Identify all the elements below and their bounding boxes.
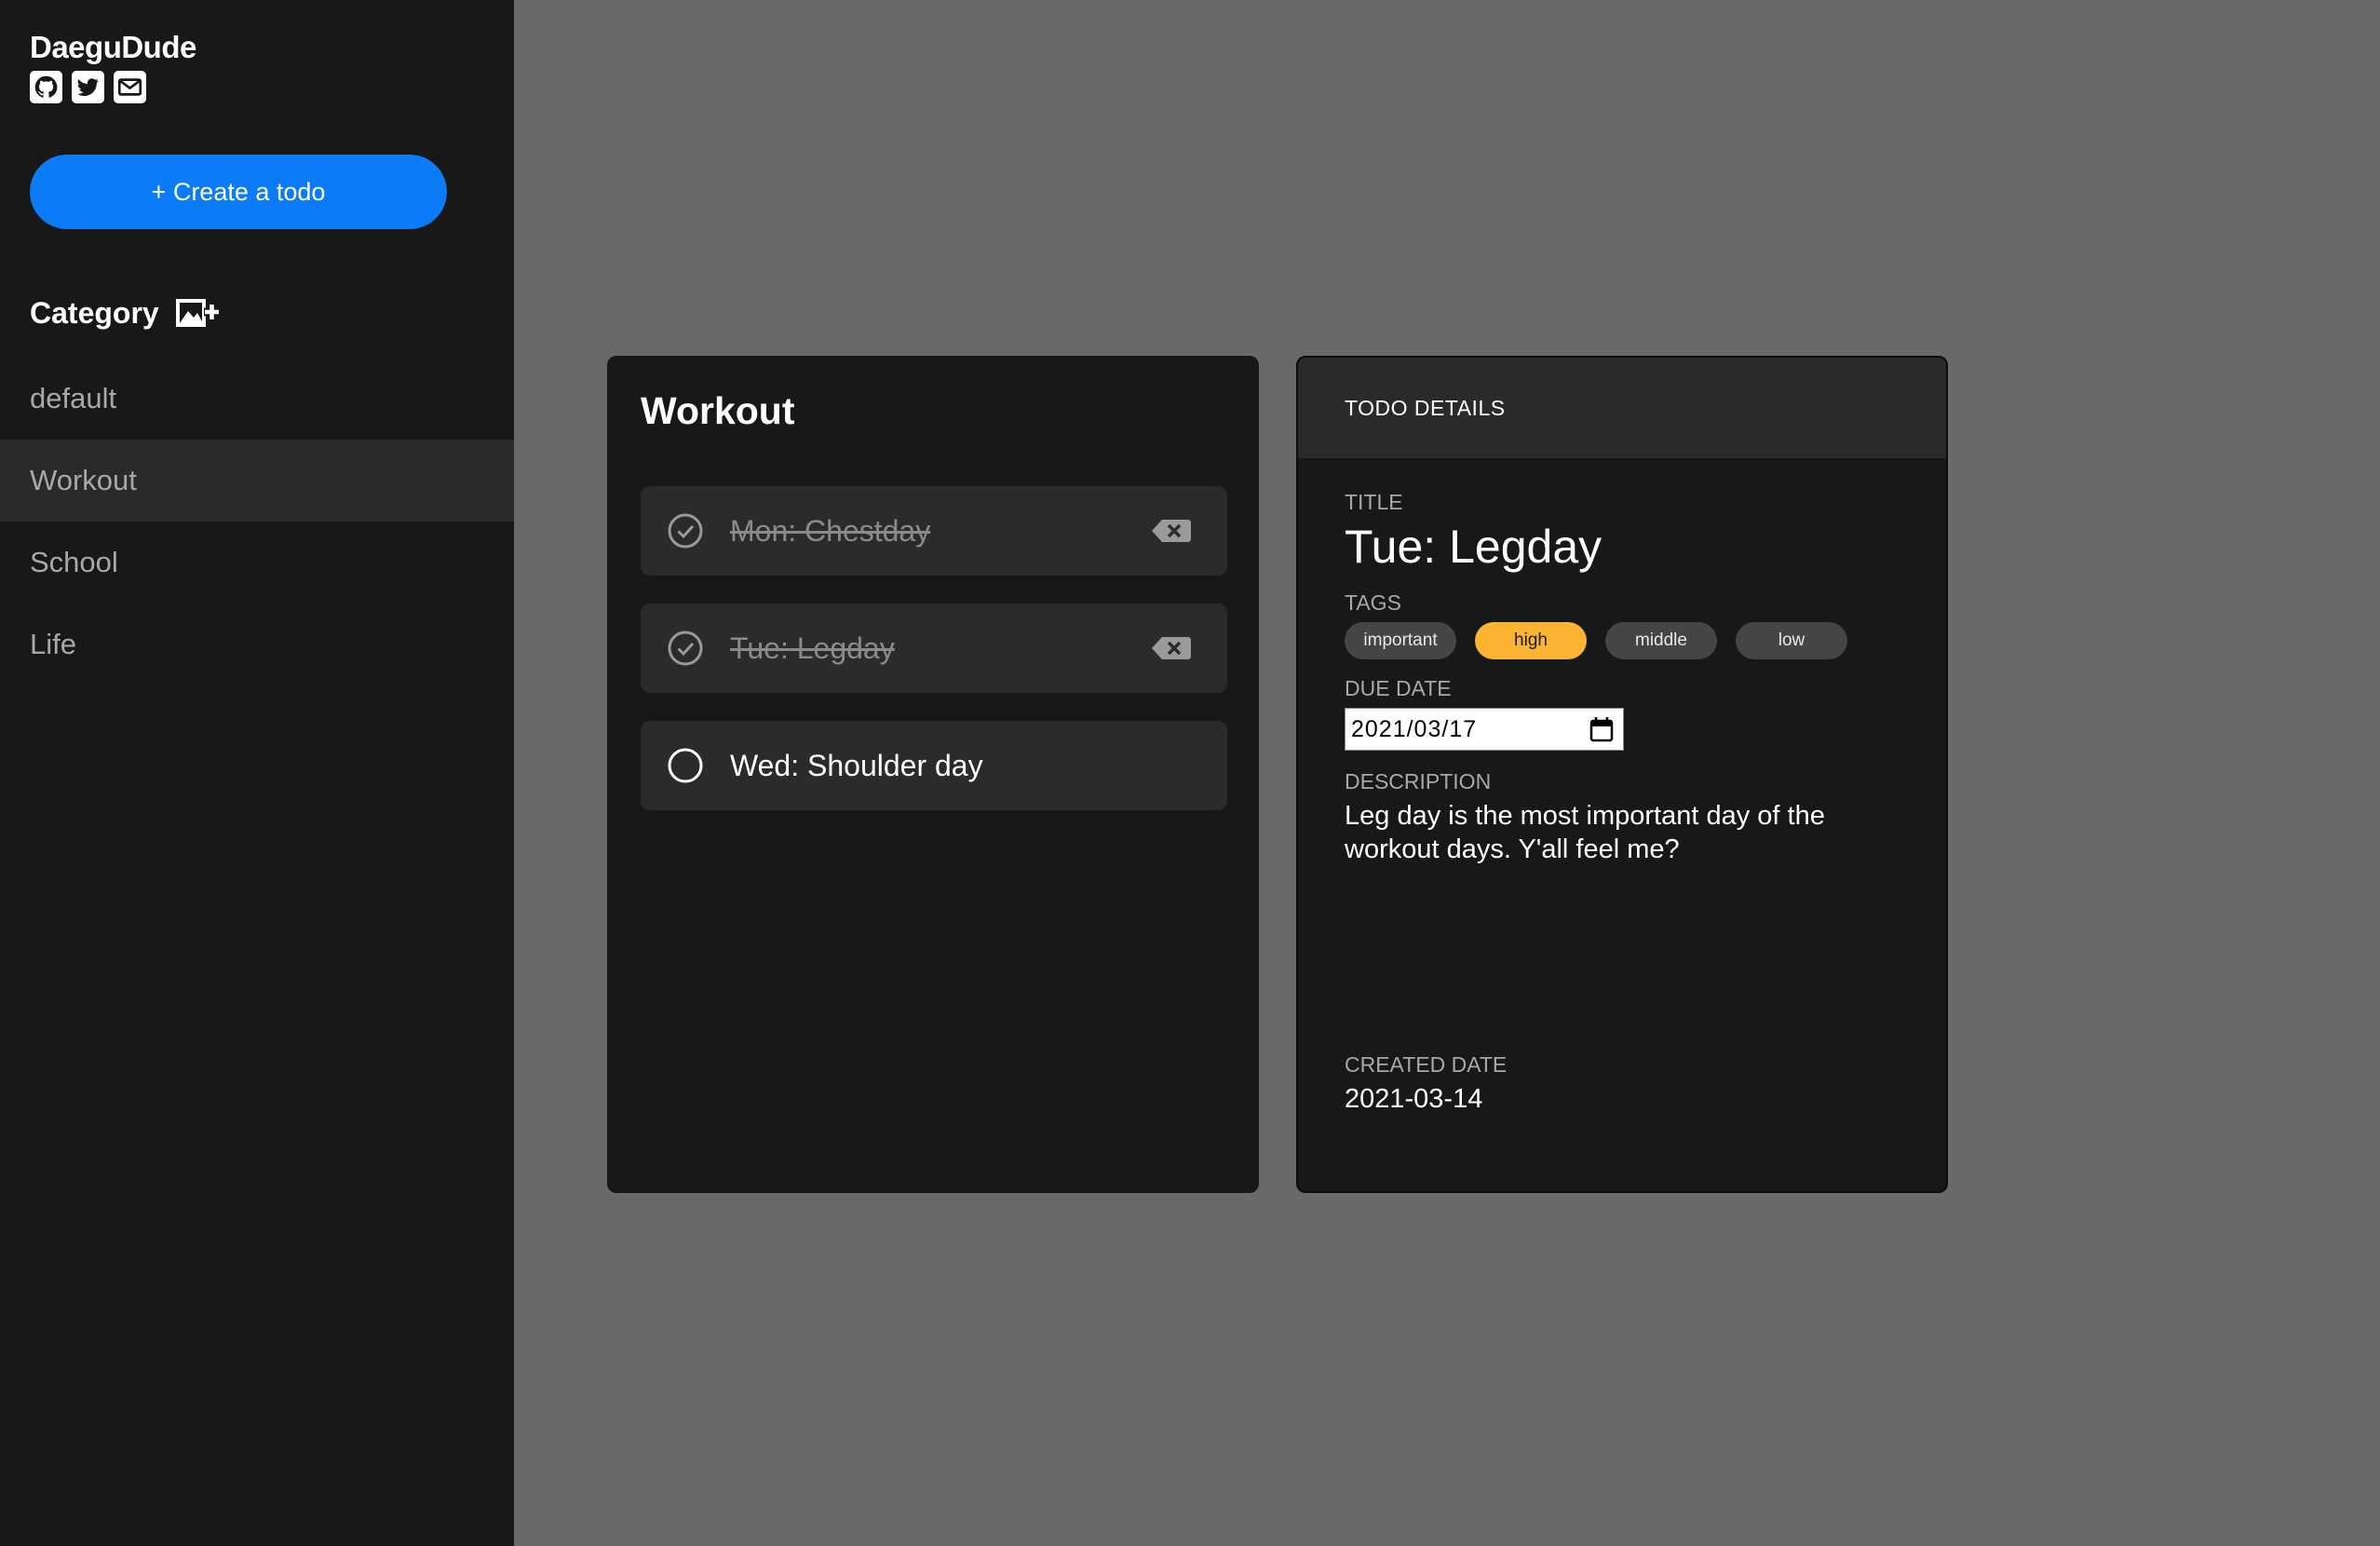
check-circle-icon[interactable] (667, 512, 704, 549)
todo-item[interactable]: Mon: Chestday (641, 486, 1227, 576)
todo-list-panel: Workout Mon: Chestday Tue: Legday Wed: S… (607, 356, 1259, 1193)
created-date-value: 2021-03-14 (1345, 1084, 1483, 1114)
add-category-icon[interactable] (175, 298, 221, 330)
todo-item[interactable]: Wed: Shoulder day (641, 721, 1227, 810)
empty-circle-icon[interactable] (667, 747, 704, 784)
due-date-value: 2021/03/17 (1351, 715, 1478, 742)
created-date-label: CREATED DATE (1345, 1052, 1508, 1077)
check-circle-icon[interactable] (667, 630, 704, 667)
tags-label: TAGS (1345, 590, 1401, 615)
due-date-input[interactable]: 2021/03/17 (1345, 708, 1624, 751)
description-label: DESCRIPTION (1345, 769, 1492, 793)
category-list: default Workout School Life (0, 358, 514, 685)
create-todo-button[interactable]: + Create a todo (30, 155, 447, 229)
twitter-icon[interactable] (72, 71, 104, 103)
todo-details-panel: TODO DETAILS TITLE Tue: Legday TAGS impo… (1296, 356, 1948, 1193)
calendar-icon[interactable] (1589, 716, 1614, 742)
category-label: Category (30, 296, 159, 330)
github-icon[interactable] (30, 71, 62, 103)
todo-item[interactable]: Tue: Legday (641, 603, 1227, 693)
tag-important[interactable]: important (1345, 622, 1456, 659)
social-links (30, 71, 146, 103)
todo-item-label: Tue: Legday (730, 631, 895, 665)
category-item-workout[interactable]: Workout (0, 440, 514, 522)
todo-item-label: Mon: Chestday (730, 513, 931, 548)
due-date-label: DUE DATE (1345, 676, 1452, 700)
sidebar: DaeguDude + Create a todo Category defau… (0, 0, 514, 1546)
category-item-default[interactable]: default (0, 358, 514, 440)
backspace-delete-icon[interactable] (1151, 518, 1192, 544)
details-header: TODO DETAILS (1298, 358, 1946, 458)
category-header: Category (30, 296, 221, 331)
tag-middle[interactable]: middle (1605, 622, 1717, 659)
todo-item-label: Wed: Shoulder day (730, 748, 983, 782)
tag-low[interactable]: low (1736, 622, 1847, 659)
details-header-label: TODO DETAILS (1345, 395, 1506, 420)
title-label: TITLE (1345, 490, 1403, 514)
category-item-school[interactable]: School (0, 522, 514, 603)
todo-list-title: Workout (641, 389, 795, 432)
todo-title-value[interactable]: Tue: Legday (1345, 520, 1602, 574)
tag-list: important high middle low (1345, 622, 1847, 659)
category-item-life[interactable]: Life (0, 603, 514, 685)
backspace-delete-icon[interactable] (1151, 635, 1192, 661)
mail-icon[interactable] (114, 71, 146, 103)
description-value[interactable]: Leg day is the most important day of the… (1345, 799, 1866, 866)
tag-high[interactable]: high (1475, 622, 1587, 659)
brand-name: DaeguDude (30, 30, 196, 64)
